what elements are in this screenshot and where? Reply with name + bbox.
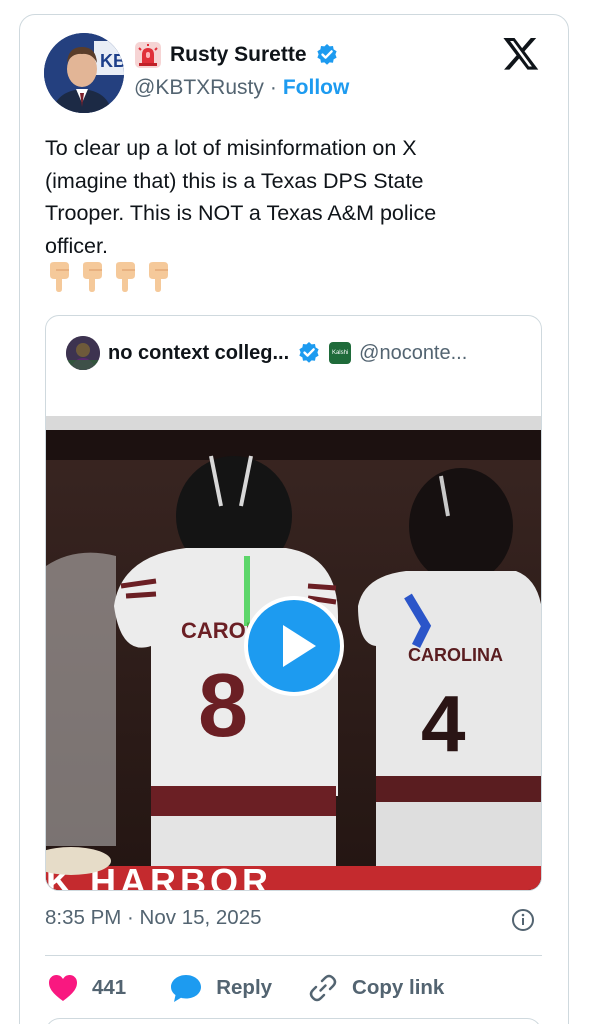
tweet-actions: 441 Reply Copy link xyxy=(48,970,444,1006)
reply-label: Reply xyxy=(216,976,273,999)
affiliate-badge-icon: Kalshi xyxy=(329,342,352,364)
like-button[interactable]: 441 xyxy=(48,974,126,1002)
jersey-number-left: 8 xyxy=(198,656,248,756)
quoted-author-name[interactable]: no context colleg... xyxy=(108,342,289,365)
quoted-author-avatar[interactable] xyxy=(66,336,100,370)
tweet-text: To clear up a lot of misinformation on X… xyxy=(45,136,437,258)
author-handle-row: @KBTXRusty · Follow xyxy=(134,76,349,100)
point-down-icon xyxy=(78,261,105,293)
link-icon xyxy=(309,974,337,1002)
emoji-row xyxy=(45,261,171,293)
x-logo-icon[interactable] xyxy=(502,34,540,72)
like-count: 441 xyxy=(92,976,127,999)
author-display-name[interactable]: Rusty Surette xyxy=(170,43,307,67)
read-replies-button[interactable] xyxy=(45,1018,542,1024)
verified-badge-icon xyxy=(297,341,321,365)
jersey-text-right: CAROLINA xyxy=(408,645,503,665)
author-avatar[interactable]: KB xyxy=(44,33,124,113)
divider xyxy=(45,955,542,956)
jersey-number-right: 4 xyxy=(421,679,466,768)
point-down-icon xyxy=(45,261,72,293)
quoted-tweet-header: no context colleg... Kalshi @noconte... xyxy=(66,336,467,370)
reply-bubble-icon xyxy=(171,975,202,1002)
siren-icon xyxy=(134,41,162,69)
copy-link-button[interactable]: Copy link xyxy=(308,973,444,1003)
play-button[interactable] xyxy=(244,596,344,696)
info-icon[interactable] xyxy=(511,908,535,932)
author-handle[interactable]: @KBTXRusty xyxy=(134,76,264,100)
point-down-icon xyxy=(111,261,138,293)
tweet-timestamp[interactable]: 8:35 PM · Nov 15, 2025 xyxy=(45,906,262,930)
reply-button[interactable]: Reply xyxy=(170,973,272,1003)
quoted-author-handle[interactable]: @noconte... xyxy=(359,342,467,365)
play-icon xyxy=(283,625,316,667)
copy-link-label: Copy link xyxy=(352,976,445,999)
follow-button[interactable]: Follow xyxy=(283,76,350,100)
heart-icon xyxy=(49,975,77,1001)
separator-dot: · xyxy=(269,76,277,99)
point-down-icon xyxy=(144,261,171,293)
author-name-row: Rusty Surette xyxy=(134,40,339,70)
verified-badge-icon xyxy=(315,43,339,67)
